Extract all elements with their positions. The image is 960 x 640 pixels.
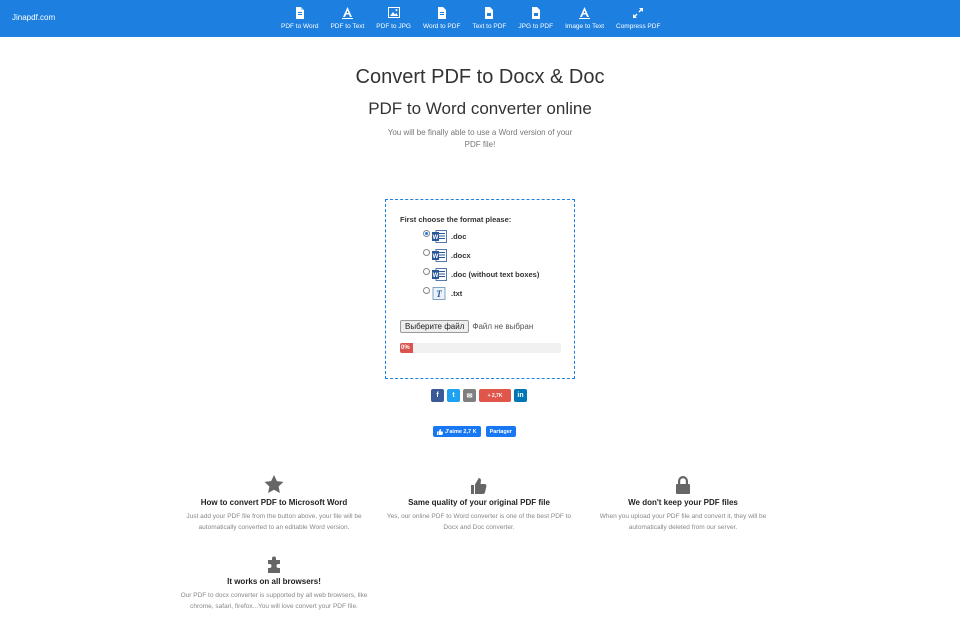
compress-icon (632, 6, 644, 19)
linkedin-share-button[interactable]: in (514, 389, 527, 402)
lock-icon (588, 474, 778, 494)
file-status: Файл не выбран (472, 322, 534, 331)
format-radio[interactable] (423, 230, 430, 237)
svg-text:W: W (433, 254, 439, 260)
text-file-icon: T (432, 287, 447, 300)
word-doc-icon: W (432, 268, 447, 281)
share-bar: f t ✉ + 2,7K in (431, 389, 527, 402)
tool-nav: PDF to Word PDF to Text PDF to JPG Word … (281, 6, 660, 34)
page-title: Convert PDF to Docx & Doc (355, 66, 605, 88)
upload-dropzone[interactable]: First choose the format please: W .doc W… (385, 199, 575, 379)
format-option-txt[interactable]: T .txt (423, 287, 462, 300)
thumbs-up-icon (384, 474, 574, 494)
nav-text-to-pdf[interactable]: Text to PDF (472, 6, 506, 34)
format-option-label: .doc (without text boxes) (451, 270, 540, 279)
image-icon (387, 6, 400, 19)
page-subtitle: PDF to Word converter online (368, 99, 592, 118)
facebook-share-label-button[interactable]: Partager (485, 426, 516, 437)
nav-label: PDF to Text (330, 23, 365, 30)
page-lead: You will be finally able to use a Word v… (387, 128, 573, 149)
word-doc-icon: W (432, 249, 447, 262)
format-label: First choose the format please: (400, 215, 512, 224)
nav-word-to-pdf[interactable]: Word to PDF (423, 6, 460, 34)
google-plus-share-button[interactable]: + 2,7K (479, 389, 511, 402)
star-icon (179, 474, 369, 494)
word-doc-icon: W (432, 230, 447, 243)
upload-progress: 0% (400, 343, 561, 353)
feature-privacy: We don't keep your PDF files When you up… (588, 474, 778, 533)
nav-label: Image to Text (565, 23, 604, 30)
nav-compress-pdf[interactable]: Compress PDF (616, 6, 660, 34)
feature-text: Just add your PDF file from the button a… (186, 513, 362, 531)
progress-bar: 0% (400, 343, 413, 353)
feature-title: It works on all browsers! (227, 577, 321, 586)
twitter-share-button[interactable]: t (447, 389, 460, 402)
feature-title: How to convert PDF to Microsoft Word (200, 498, 348, 507)
format-option-label: .txt (451, 289, 463, 298)
email-share-button[interactable]: ✉ (463, 389, 476, 402)
format-option-docx[interactable]: W .docx (423, 249, 471, 262)
file-pdf-icon (484, 6, 494, 19)
facebook-like-label: J'aime 2,7 K (445, 428, 477, 435)
file-input: Выберите файл Файл не выбран (400, 320, 533, 333)
format-option-label: .doc (451, 232, 467, 241)
puzzle-icon (179, 553, 369, 573)
feature-title: Same quality of your original PDF file (408, 498, 550, 507)
nav-label: Word to PDF (422, 23, 461, 30)
thumbs-up-icon (437, 428, 443, 435)
nav-pdf-to-text[interactable]: PDF to Text (330, 6, 364, 34)
format-radio[interactable] (423, 287, 430, 294)
feature-how-to: How to convert PDF to Microsoft Word Jus… (179, 474, 369, 533)
nav-image-to-text[interactable]: Image to Text (565, 6, 604, 34)
format-option-label: .docx (451, 251, 471, 260)
svg-text:T: T (436, 289, 442, 299)
format-option-doc[interactable]: W .doc (423, 230, 466, 243)
facebook-like-button[interactable]: J'aime 2,7 K (433, 426, 481, 437)
top-navbar: Jinapdf.com PDF to Word PDF to Text PDF … (0, 0, 960, 37)
nav-pdf-to-jpg[interactable]: PDF to JPG (376, 6, 411, 34)
text-a-icon (341, 6, 353, 19)
feature-title: We don't keep your PDF files (628, 498, 738, 507)
feature-text: Yes, our online PDF to Word converter is… (386, 513, 572, 531)
format-radio[interactable] (423, 268, 430, 275)
file-word-icon (295, 6, 305, 19)
brand-logo[interactable]: Jinapdf.com (12, 13, 55, 22)
feature-text: When you upload your PDF file and conver… (599, 513, 767, 531)
nav-label: PDF to JPG (376, 23, 411, 30)
facebook-share-button[interactable]: f (431, 389, 444, 402)
feature-text: Our PDF to docx converter is supported b… (180, 592, 368, 610)
choose-file-button[interactable]: Выберите файл (400, 320, 470, 333)
file-word-icon (437, 6, 447, 19)
file-pdf-icon (531, 6, 541, 19)
format-radio[interactable] (423, 249, 430, 256)
nav-label: JPG to PDF (518, 23, 554, 30)
svg-text:W: W (433, 273, 439, 279)
nav-label: Compress PDF (616, 23, 661, 30)
feature-browsers: It works on all browsers! Our PDF to doc… (179, 553, 369, 612)
nav-jpg-to-pdf[interactable]: JPG to PDF (518, 6, 553, 34)
nav-label: PDF to Word (281, 23, 319, 30)
format-option-doc-no-textboxes[interactable]: W .doc (without text boxes) (423, 268, 539, 281)
nav-pdf-to-word[interactable]: PDF to Word (281, 6, 318, 34)
nav-label: Text to PDF (472, 23, 507, 30)
text-a-icon (579, 6, 591, 19)
svg-text:W: W (433, 235, 439, 241)
feature-quality: Same quality of your original PDF file Y… (384, 474, 574, 533)
facebook-widget: J'aime 2,7 K Partager (433, 426, 516, 437)
